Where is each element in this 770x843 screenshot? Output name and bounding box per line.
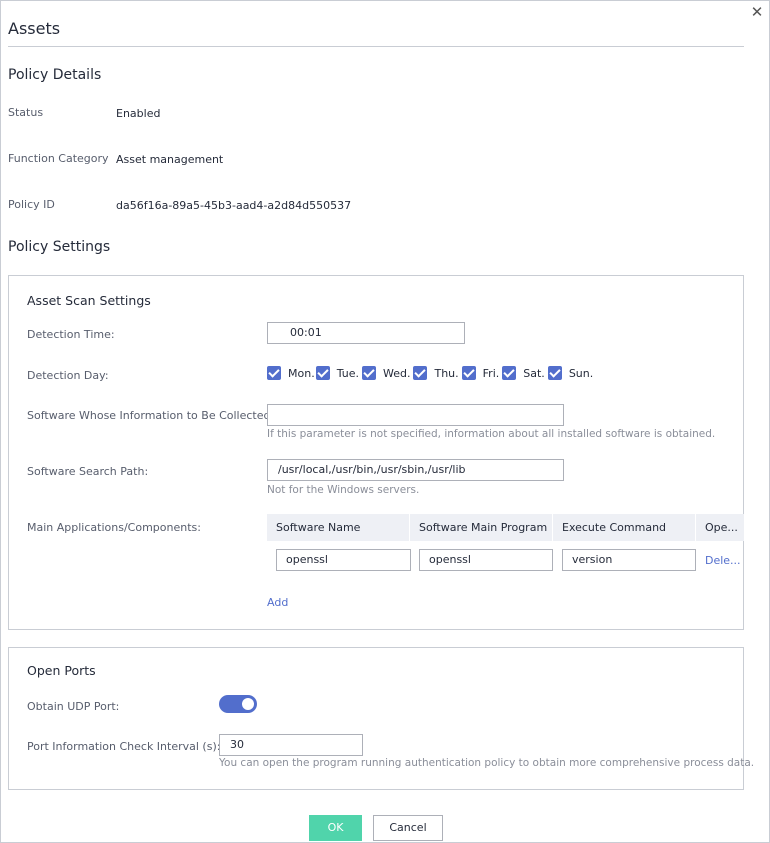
day-label: Fri. xyxy=(482,366,500,380)
checkbox-checked-icon[interactable] xyxy=(413,366,428,380)
detection-time-input[interactable]: 00:01 xyxy=(267,322,465,344)
checkbox-checked-icon[interactable] xyxy=(461,366,476,380)
delete-link[interactable]: Dele... xyxy=(705,554,741,567)
main-program-input[interactable]: openssl xyxy=(419,549,553,571)
day-wed[interactable]: Wed. xyxy=(362,366,410,380)
day-label: Thu. xyxy=(434,366,459,380)
detection-day-label: Detection Day: xyxy=(27,369,109,382)
day-fri[interactable]: Fri. xyxy=(461,366,500,380)
check-interval-input[interactable]: 30 xyxy=(219,734,363,756)
function-category-value: Asset management xyxy=(116,153,224,166)
udp-port-toggle[interactable] xyxy=(219,695,257,713)
assets-dialog: ✕ Assets Policy Details Status Enabled F… xyxy=(0,0,770,843)
col-main-program: Software Main Program xyxy=(410,514,553,541)
open-ports-panel: Open Ports Obtain UDP Port: Port Informa… xyxy=(8,647,754,790)
day-label: Mon. xyxy=(288,366,315,380)
checkbox-checked-icon[interactable] xyxy=(362,366,376,380)
software-collect-hint: If this parameter is not specified, info… xyxy=(267,428,716,440)
detection-time-label: Detection Time: xyxy=(27,328,115,341)
day-label: Sun. xyxy=(568,366,594,380)
policy-details-heading: Policy Details xyxy=(8,67,102,83)
check-interval-hint: You can open the program running authent… xyxy=(219,757,755,769)
policy-settings-heading: Policy Settings xyxy=(8,239,111,255)
policy-id-value: da56f16a-89a5-45b3-aad4-a2d84d550537 xyxy=(116,199,352,212)
search-path-hint: Not for the Windows servers. xyxy=(267,484,420,496)
open-ports-heading: Open Ports xyxy=(27,663,96,678)
table-header: Software Name Software Main Program Exec… xyxy=(267,514,744,541)
check-interval-label: Port Information Check Interval (s): xyxy=(27,740,221,753)
toggle-knob xyxy=(242,698,254,710)
search-path-input[interactable]: /usr/local,/usr/bin,/usr/sbin,/usr/lib xyxy=(267,459,564,481)
checkbox-checked-icon[interactable] xyxy=(547,366,562,380)
day-label: Tue. xyxy=(336,366,359,380)
day-label: Sat. xyxy=(523,366,545,380)
checkbox-checked-icon[interactable] xyxy=(267,366,281,380)
software-name-input[interactable]: openssl xyxy=(276,549,411,571)
col-operation: Ope... xyxy=(705,521,738,534)
day-sun[interactable]: Sun. xyxy=(547,366,594,380)
udp-port-label: Obtain UDP Port: xyxy=(27,700,120,713)
day-thu[interactable]: Thu. xyxy=(413,366,459,380)
main-apps-label: Main Applications/Components: xyxy=(27,521,201,534)
dialog-title: Assets xyxy=(8,19,61,38)
col-software-name: Software Name xyxy=(267,514,410,541)
ok-button[interactable]: OK xyxy=(309,815,362,841)
checkbox-checked-icon[interactable] xyxy=(502,366,517,380)
status-label: Status xyxy=(8,106,44,119)
asset-scan-heading: Asset Scan Settings xyxy=(27,293,151,308)
software-collect-label: Software Whose Information to Be Collect… xyxy=(27,409,275,422)
search-path-label: Software Search Path: xyxy=(27,465,149,478)
day-mon[interactable]: Mon. xyxy=(267,366,315,380)
function-category-label: Function Category xyxy=(8,152,109,165)
software-collect-input[interactable] xyxy=(267,404,564,426)
day-tue[interactable]: Tue. xyxy=(315,366,359,380)
status-value: Enabled xyxy=(116,107,161,120)
day-label: Wed. xyxy=(383,366,411,380)
day-sat[interactable]: Sat. xyxy=(502,366,545,380)
title-divider xyxy=(8,46,744,47)
asset-scan-panel: Asset Scan Settings Detection Time: 00:0… xyxy=(8,275,744,630)
add-link[interactable]: Add xyxy=(267,596,288,609)
execute-command-input[interactable]: version xyxy=(562,549,696,571)
close-icon[interactable]: ✕ xyxy=(749,4,765,20)
col-execute-command: Execute Command xyxy=(553,514,696,541)
checkbox-checked-icon[interactable] xyxy=(315,366,330,380)
detection-day-group: Mon. Tue. Wed. Thu. Fri. Sat. Sun. xyxy=(267,366,593,380)
policy-id-label: Policy ID xyxy=(8,198,55,211)
cancel-button[interactable]: Cancel xyxy=(373,815,443,841)
